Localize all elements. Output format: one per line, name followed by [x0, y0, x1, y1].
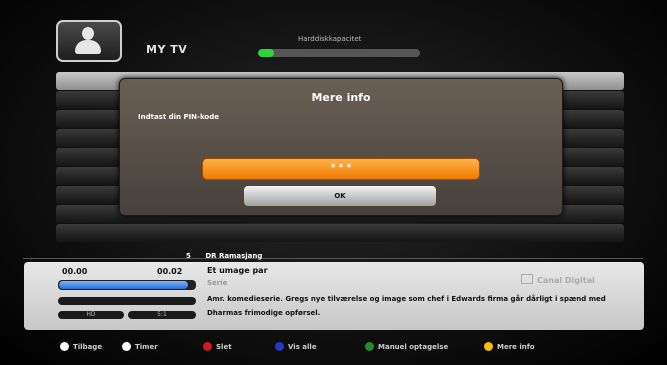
- yellow-button-icon: [484, 342, 493, 351]
- play-icon: [122, 342, 131, 351]
- program-info-panel: 00.00 00.02 HD 5:1 Et umage par Serie Am…: [24, 262, 644, 330]
- list-item[interactable]: [56, 224, 624, 242]
- page-title: MY TV: [146, 43, 188, 56]
- user-avatar-icon: [56, 20, 122, 62]
- dialog-title: Mere info: [311, 91, 371, 104]
- program-progress-bar: [58, 280, 196, 290]
- footer-more-info[interactable]: Mere info: [484, 342, 535, 351]
- footer-label: Slet: [216, 343, 232, 351]
- brand-name: Canal Digital: [537, 276, 595, 285]
- capacity-label: Harddiskkapacitet: [298, 35, 362, 43]
- brand-logo: Canal Digital: [521, 274, 595, 285]
- tv-screen: MY TV Harddiskkapacitet Mere info Indtas…: [0, 0, 667, 365]
- program-description: Amr. komedieserie. Gregs nye tilværelse …: [207, 295, 606, 317]
- pin-prompt: Indtast din PIN-kode: [138, 113, 219, 121]
- footer-back[interactable]: Tilbage: [60, 342, 102, 351]
- footer-label: Timer: [135, 343, 158, 351]
- channel-label: 5 DR Ramasjang: [186, 252, 262, 260]
- start-time: 00.00: [62, 267, 88, 276]
- green-button-icon: [365, 342, 374, 351]
- footer-manual-recording[interactable]: Manuel optagelse: [365, 342, 448, 351]
- channel-number: 5: [186, 252, 191, 260]
- footer-label: Manuel optagelse: [378, 343, 449, 351]
- pin-dialog: Mere info Indtast din PIN-kode * * * OK: [119, 78, 563, 216]
- hd-badge: HD: [58, 311, 124, 319]
- program-title: Et umage par: [207, 266, 268, 275]
- footer-timer[interactable]: Timer: [122, 342, 158, 351]
- empty-info-pill: [58, 297, 196, 305]
- capacity-bar: [258, 49, 420, 57]
- blue-button-icon: [275, 342, 284, 351]
- program-progress-fill: [59, 281, 189, 289]
- capacity-fill: [258, 49, 275, 57]
- footer-label: Tilbage: [73, 343, 103, 351]
- footer-delete[interactable]: Slet: [203, 342, 232, 351]
- divider: [23, 258, 643, 259]
- red-button-icon: [203, 342, 212, 351]
- footer-show-all[interactable]: Vis alle: [275, 342, 317, 351]
- end-time: 00.02: [157, 267, 183, 276]
- ok-button[interactable]: OK: [244, 186, 436, 206]
- channel-name: DR Ramasjang: [205, 252, 263, 260]
- pin-input[interactable]: * * *: [202, 158, 480, 180]
- back-icon: [60, 342, 69, 351]
- program-genre: Serie: [207, 279, 228, 287]
- canal-digital-logo-icon: [521, 274, 533, 284]
- format-badge: 5:1: [128, 311, 196, 319]
- footer-label: Vis alle: [288, 343, 317, 351]
- footer-label: Mere info: [497, 343, 535, 351]
